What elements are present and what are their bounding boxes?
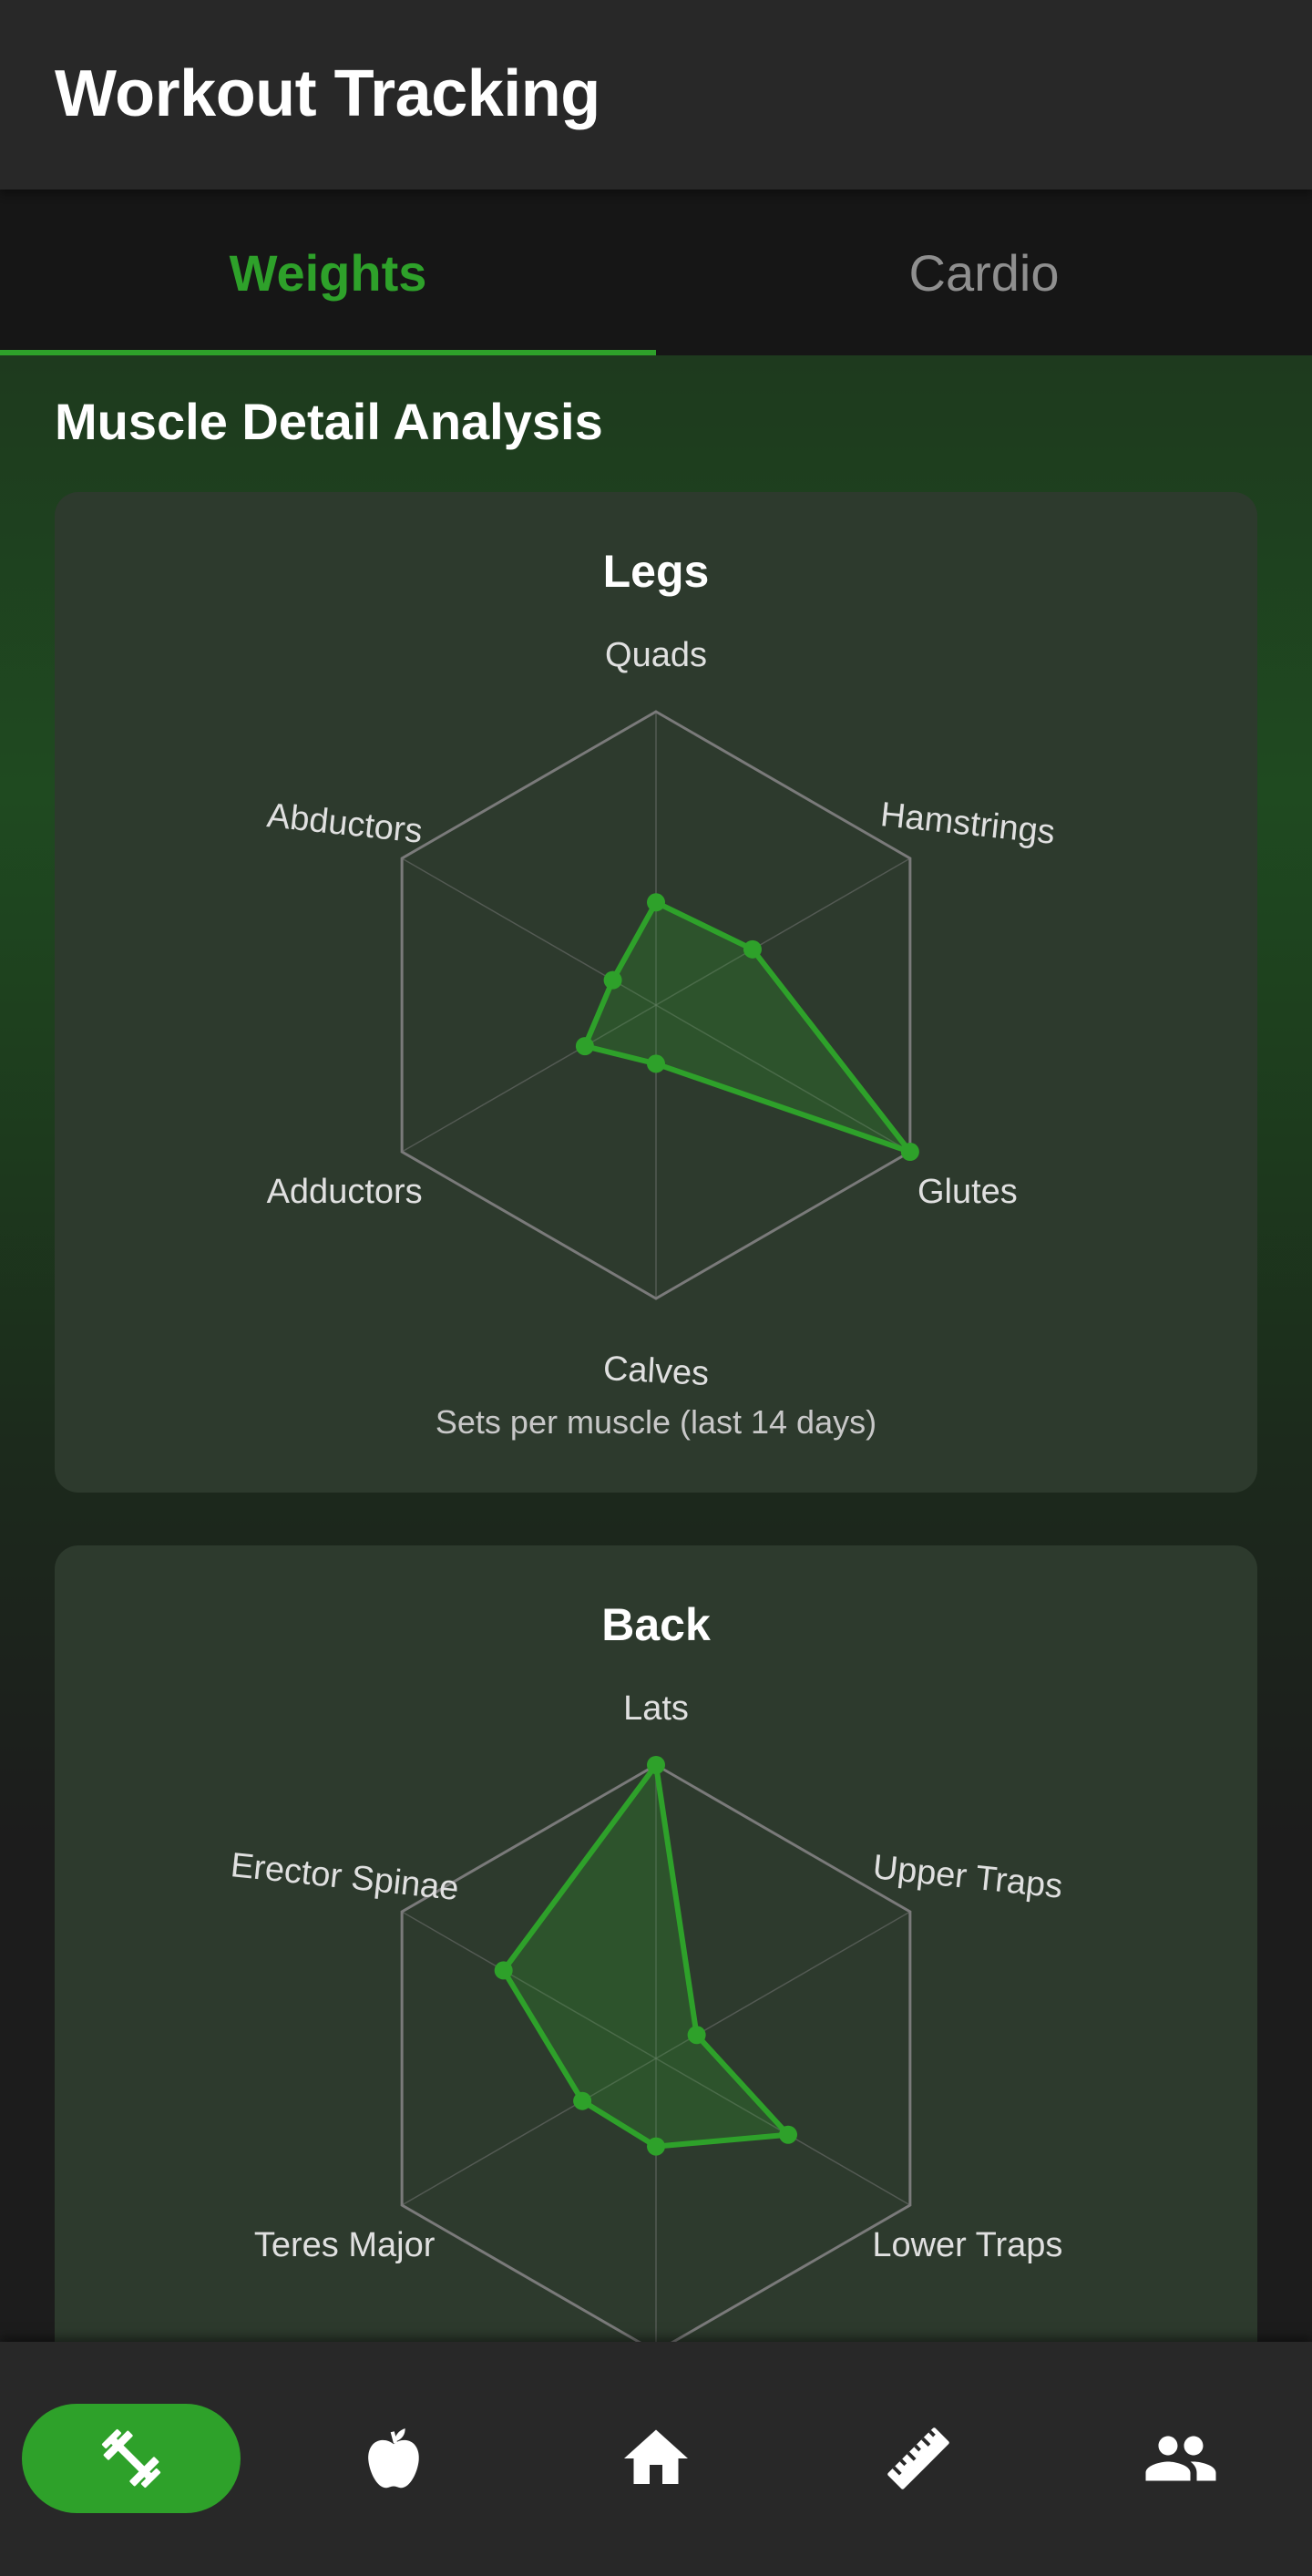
nav-social[interactable] xyxy=(1071,2404,1290,2513)
tab-weights[interactable]: Weights xyxy=(0,190,656,355)
people-icon xyxy=(1145,2436,1216,2481)
radar-point-hamstrings[interactable] xyxy=(743,939,762,959)
bottom-navigation xyxy=(0,2342,1312,2576)
radar-axis-label: Hamstrings xyxy=(878,795,1056,852)
radar-point-upper-traps[interactable] xyxy=(687,2026,706,2045)
radar-series-area xyxy=(581,899,913,1155)
back-chart-card: Back LatsUpper TrapsLower TrapsRhomboids… xyxy=(55,1545,1257,2342)
app-bar: Workout Tracking xyxy=(0,0,1312,190)
tab-cardio[interactable]: Cardio xyxy=(656,190,1312,355)
radar-axis-label: Calves xyxy=(602,1350,710,1393)
radar-axis-label: Lower Traps xyxy=(872,2226,1062,2264)
radar-axis-label: Abductors xyxy=(265,796,425,851)
radar-point-erector-spinae[interactable] xyxy=(494,1961,513,1980)
back-radar-chart: LatsUpper TrapsLower TrapsRhomboidsTeres… xyxy=(229,1689,1064,2342)
nav-weights[interactable] xyxy=(22,2404,241,2513)
home-icon xyxy=(624,2429,688,2484)
radar-point-teres-major[interactable] xyxy=(573,2091,592,2110)
radar-point-lower-traps[interactable] xyxy=(779,2125,798,2144)
radar-point-glutes[interactable] xyxy=(900,1143,919,1161)
chart-caption: Sets per muscle (last 14 days) xyxy=(435,1403,877,1441)
radar-axis-label: Lats xyxy=(623,1689,689,1728)
radar-point-abductors[interactable] xyxy=(603,970,622,990)
radar-axis-label: Teres Major xyxy=(254,2226,436,2264)
legs-chart-card: Legs Quads Hamstrings Glutes Calves Adductor… xyxy=(55,492,1257,1493)
apple-icon xyxy=(368,2428,419,2489)
tab-indicator xyxy=(0,350,656,355)
nav-nutrition[interactable] xyxy=(284,2404,503,2513)
radar-axis-label: Quads xyxy=(605,636,707,674)
nav-measurements[interactable] xyxy=(809,2404,1028,2513)
radar-axis-label: Erector Spinae xyxy=(229,1846,460,1908)
legs-radar-chart: Quads Hamstrings Glutes Calves Adductors Abdu… xyxy=(265,636,1057,1393)
radar-point-lats[interactable] xyxy=(647,1756,665,1774)
radar-point-adductors[interactable] xyxy=(575,1037,594,1056)
section-title: Muscle Detail Analysis xyxy=(55,393,603,450)
radar-point-quads[interactable] xyxy=(647,893,665,912)
tab-bar: Weights Cardio xyxy=(0,190,1312,355)
radar-series-area xyxy=(500,1762,792,2150)
radar-point-rhomboids[interactable] xyxy=(647,2137,665,2156)
app-title: Workout Tracking xyxy=(55,57,600,130)
radar-point-calves[interactable] xyxy=(647,1054,665,1073)
ruler-icon xyxy=(887,2427,949,2489)
nav-home[interactable] xyxy=(547,2404,765,2513)
radar-axis-label: Adductors xyxy=(267,1173,423,1211)
dumbbell-icon xyxy=(101,2428,161,2489)
radar-axis-label: Upper Traps xyxy=(871,1848,1064,1906)
radar-axis-label: Glutes xyxy=(917,1173,1018,1211)
content-area[interactable]: Muscle Detail Analysis Legs Quads Hamstri… xyxy=(0,355,1312,2342)
